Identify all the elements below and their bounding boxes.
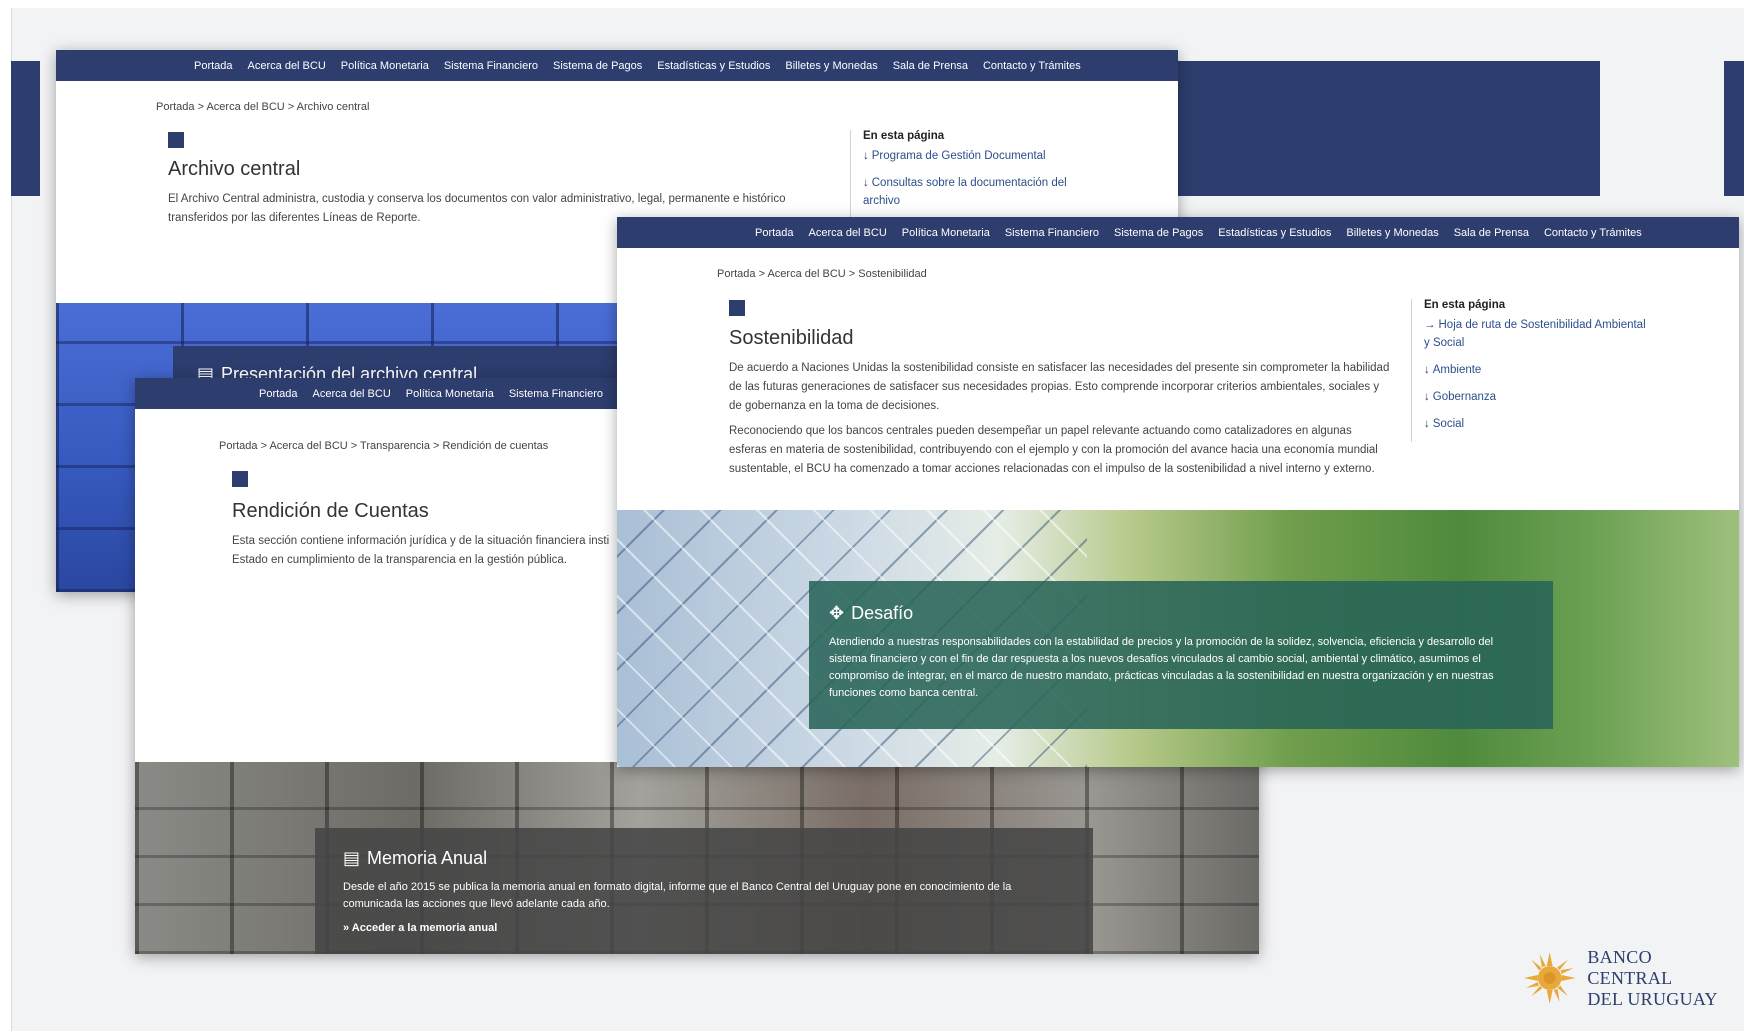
in-page-nav: En esta página ↓ Programa de Gestión Docu… <box>850 130 1100 219</box>
breadcrumb[interactable]: Portada > Acerca del BCU > Archivo centr… <box>156 101 369 113</box>
nav-item[interactable]: Sistema de Pagos <box>553 60 642 72</box>
nav-item[interactable]: Política Monetaria <box>341 60 429 72</box>
nav-item[interactable]: Contacto y Trámites <box>1544 227 1642 239</box>
nav-item[interactable]: Billetes y Monedas <box>1346 227 1438 239</box>
nav-item[interactable]: Política Monetaria <box>406 388 494 400</box>
screenshot-sostenibilidad: Portada Acerca del BCU Política Monetari… <box>617 217 1739 767</box>
in-page-nav: En esta página → Hoja de ruta de Sostenib… <box>1411 299 1646 442</box>
toc-link-consultas[interactable]: ↓ Consultas sobre la documentación del ar… <box>863 174 1100 210</box>
title-marker <box>168 132 184 148</box>
page-title: Archivo central <box>168 158 301 180</box>
page-title: Sostenibilidad <box>729 327 854 349</box>
main-nav: Portada Acerca del BCU Política Monetari… <box>56 50 1178 81</box>
nav-item[interactable]: Contacto y Trámites <box>983 60 1081 72</box>
nav-item[interactable]: Estadísticas y Estudios <box>657 60 770 72</box>
nav-item[interactable]: Acerca del BCU <box>248 60 326 72</box>
nav-item[interactable]: Acerca del BCU <box>313 388 391 400</box>
card-title: Memoria Anual <box>367 848 488 868</box>
title-marker <box>729 300 745 316</box>
background-band-edge <box>1724 61 1744 196</box>
arrow-down-icon: ↓ <box>1424 364 1430 376</box>
page-title: Rendición de Cuentas <box>232 500 429 522</box>
nav-item[interactable]: Sala de Prensa <box>893 60 968 72</box>
page-intro: Esta sección contiene información jurídi… <box>232 535 610 566</box>
nav-item[interactable]: Sistema Financiero <box>1005 227 1099 239</box>
nav-item[interactable]: Portada <box>755 227 794 239</box>
card-title: Desafío <box>851 603 914 623</box>
nav-item[interactable]: Sistema Financiero <box>509 388 603 400</box>
title-marker <box>232 471 248 487</box>
nav-item[interactable]: Sistema de Pagos <box>1114 227 1203 239</box>
nav-item[interactable]: Estadísticas y Estudios <box>1218 227 1331 239</box>
toc-link-gobernanza[interactable]: ↓ Gobernanza <box>1424 388 1646 406</box>
arrow-right-icon: → <box>1424 319 1436 331</box>
nav-item[interactable]: Política Monetaria <box>902 227 990 239</box>
desafio-card: ✥ Desafío Atendiendo a nuestras responsab… <box>809 581 1553 729</box>
toc-link-gestion-documental[interactable]: ↓ Programa de Gestión Documental <box>863 147 1100 165</box>
toc-link-hoja-de-ruta[interactable]: → Hoja de ruta de Sostenibilidad Ambienta… <box>1424 316 1646 352</box>
nav-item[interactable]: Acerca del BCU <box>809 227 887 239</box>
memoria-anual-link[interactable]: » Acceder a la memoria anual <box>343 922 1065 934</box>
toc-title: En esta página <box>1424 299 1506 311</box>
nav-item[interactable]: Billetes y Monedas <box>785 60 877 72</box>
book-icon: ▤ <box>343 848 361 868</box>
memoria-anual-card: ▤ Memoria Anual Desde el año 2015 se publ… <box>315 828 1093 954</box>
card-body: Desde el año 2015 se publica la memoria … <box>343 881 1012 910</box>
arrow-down-icon: ↓ <box>863 150 869 162</box>
card-body: Atendiendo a nuestras responsabilidades … <box>829 636 1494 699</box>
logo-line-2: DEL URUGUAY <box>1587 988 1718 1009</box>
arrow-down-icon: ↓ <box>1424 418 1430 430</box>
nav-item[interactable]: Sistema Financiero <box>444 60 538 72</box>
page-paragraph-2: Reconociendo que los bancos centrales pu… <box>729 425 1378 475</box>
logo-line-1: BANCO CENTRAL <box>1587 946 1673 988</box>
page-paragraph-1: De acuerdo a Naciones Unidas la sostenib… <box>729 362 1390 412</box>
background-band-left <box>11 61 40 196</box>
nav-item[interactable]: Sala de Prensa <box>1454 227 1529 239</box>
sun-emblem-icon <box>1523 952 1576 1004</box>
toc-link-social[interactable]: ↓ Social <box>1424 415 1646 433</box>
arrow-down-icon: ↓ <box>1424 391 1430 403</box>
compass-icon: ✥ <box>829 603 845 623</box>
bcu-logo: BANCO CENTRAL DEL URUGUAY <box>1522 946 1740 1009</box>
nav-item[interactable]: Portada <box>259 388 298 400</box>
toc-title: En esta página <box>863 130 945 142</box>
breadcrumb[interactable]: Portada > Acerca del BCU > Sostenibilida… <box>717 268 927 280</box>
toc-link-ambiente[interactable]: ↓ Ambiente <box>1424 361 1646 379</box>
nav-item[interactable]: Portada <box>194 60 233 72</box>
breadcrumb[interactable]: Portada > Acerca del BCU > Transparencia… <box>219 440 548 452</box>
main-nav: Portada Acerca del BCU Política Monetari… <box>617 217 1739 248</box>
arrow-down-icon: ↓ <box>863 177 869 189</box>
